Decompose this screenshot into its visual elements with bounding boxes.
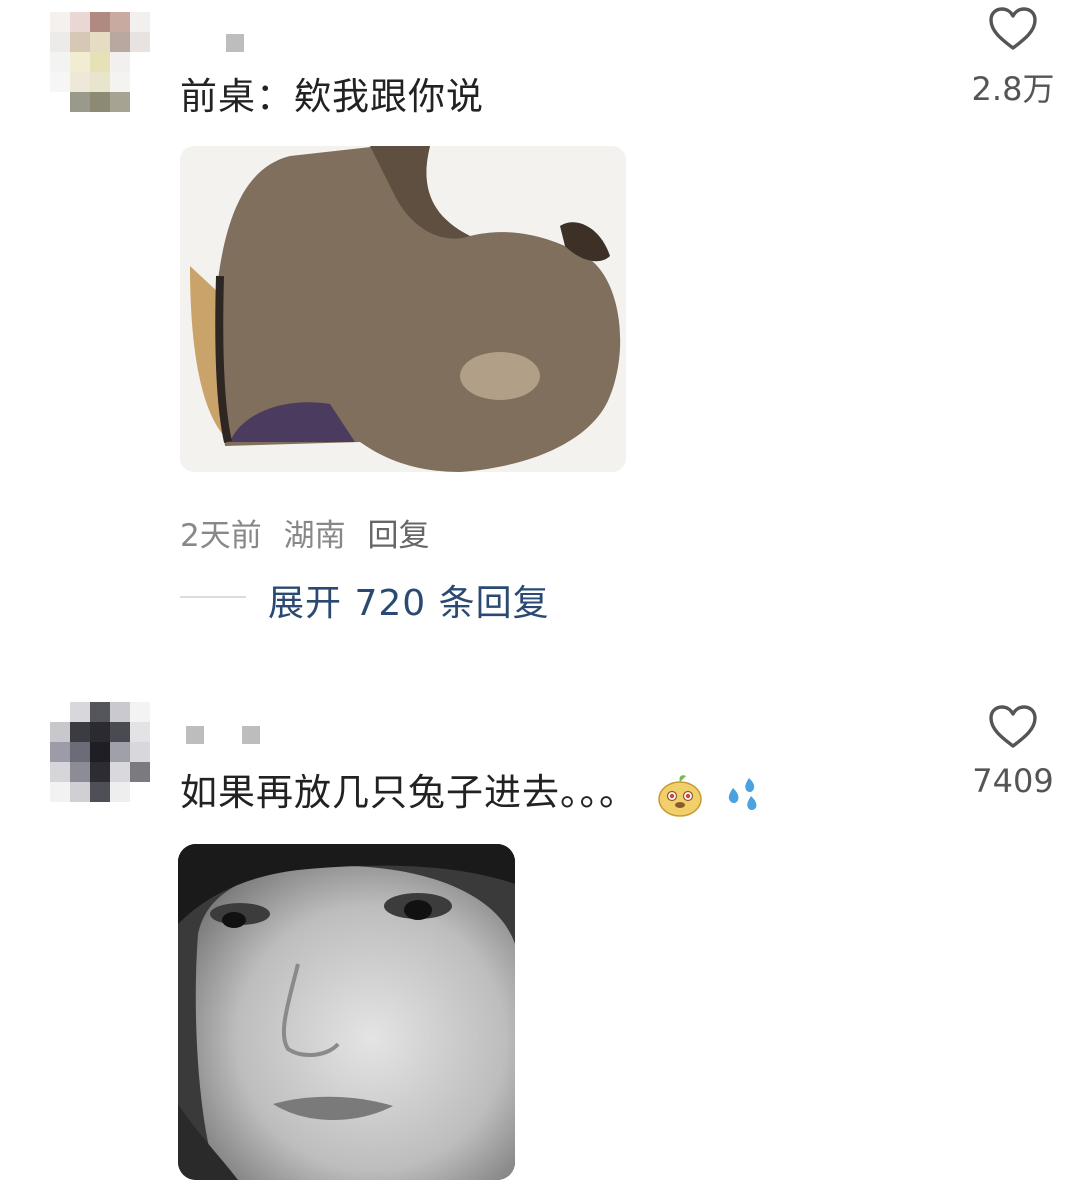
comment-text-content: 如果再放几只兔子进去。。。 [180, 771, 637, 814]
reply-button[interactable]: 回复 [367, 518, 429, 554]
comment-image[interactable] [180, 146, 626, 472]
comment-time: 2天前 [180, 518, 262, 554]
doge-fruit-emoji [658, 774, 702, 817]
like-button[interactable]: 2.8万 [968, 6, 1058, 110]
comment-item: 前桌：欸我跟你说 2.8万 2天前 湖南 回复 展开 720 条回复 [0, 0, 1080, 640]
comment-meta: 2天前 湖南 回复 [180, 510, 441, 555]
divider [180, 596, 246, 598]
shoulder-photo [180, 146, 626, 472]
like-count: 2.8万 [971, 70, 1055, 108]
sweat-drops-emoji [728, 777, 756, 810]
comment-text: 前桌：欸我跟你说 [180, 75, 484, 118]
like-count: 7409 [972, 762, 1054, 800]
heart-icon [989, 705, 1037, 748]
expand-replies-label[interactable]: 展开 720 条回复 [268, 574, 550, 626]
like-button[interactable]: 7409 [968, 704, 1058, 800]
heart-icon [989, 7, 1037, 50]
avatar[interactable] [50, 702, 150, 802]
face-photo [178, 844, 515, 1180]
comment-location: 湖南 [283, 518, 346, 554]
comment-text: 如果再放几只兔子进去。。。 [180, 762, 765, 818]
comment-image[interactable] [178, 844, 515, 1180]
comment-item: 如果再放几只兔子进去。。。 7409 [0, 690, 1080, 1186]
avatar[interactable] [50, 12, 150, 112]
